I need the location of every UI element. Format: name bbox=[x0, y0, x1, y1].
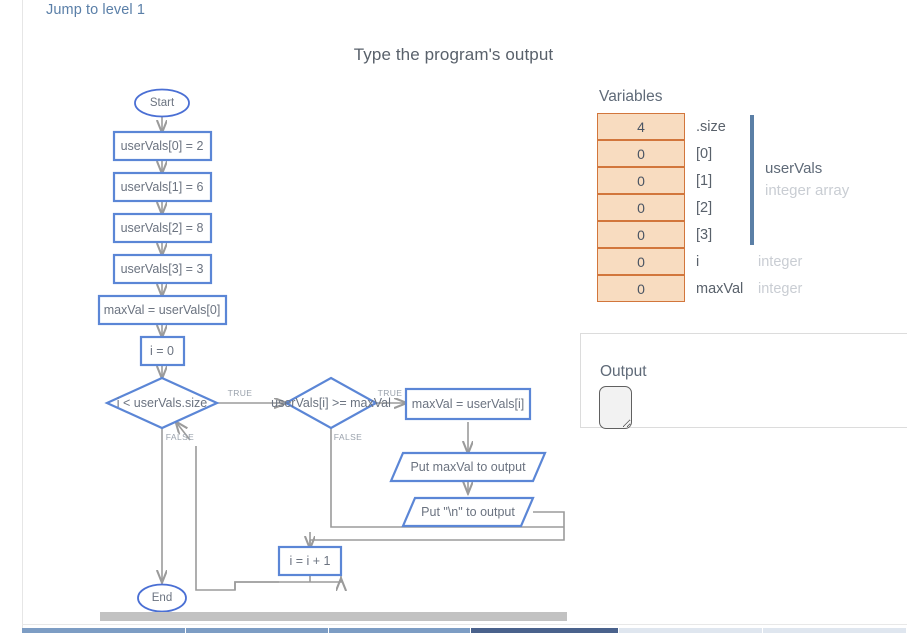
variable-name: [3] bbox=[696, 226, 713, 243]
page-title: Type the program's output bbox=[353, 45, 554, 64]
node-end[interactable] bbox=[137, 583, 187, 613]
node-assign-1[interactable] bbox=[112, 171, 213, 203]
variables-table: 4 .size 0 [0] 0 [1] 0 [2] 0 [3] 0 i inte… bbox=[597, 113, 897, 302]
variable-row: 0 [2] bbox=[597, 194, 897, 221]
node-start[interactable] bbox=[134, 88, 190, 118]
bottom-divider bbox=[22, 624, 907, 625]
variable-row: 0 maxVal integer bbox=[597, 275, 897, 302]
variable-value[interactable]: 0 bbox=[597, 140, 685, 167]
variable-name: [0] bbox=[696, 145, 713, 162]
horizontal-scrollbar[interactable] bbox=[100, 612, 567, 621]
node-assign-0[interactable] bbox=[112, 130, 213, 162]
node-init-maxval[interactable] bbox=[97, 294, 228, 326]
jump-to-level-link[interactable]: Jump to level 1 bbox=[46, 2, 145, 18]
variable-row: 4 .size bbox=[597, 113, 897, 140]
variables-panel: Variables 4 .size 0 [0] 0 [1] 0 [2] 0 [3… bbox=[597, 88, 897, 302]
variable-name: i bbox=[696, 253, 700, 270]
variable-name: [2] bbox=[696, 199, 713, 216]
array-group-type: integer array bbox=[765, 181, 850, 199]
variable-type: integer bbox=[758, 253, 803, 270]
variable-row: 0 [0] bbox=[597, 140, 897, 167]
variable-value[interactable]: 0 bbox=[597, 275, 685, 302]
variable-row: 0 [1] bbox=[597, 167, 897, 194]
progress-segment[interactable] bbox=[185, 628, 330, 633]
node-init-i[interactable] bbox=[139, 335, 186, 367]
output-panel: Output bbox=[580, 333, 907, 429]
progress-segment[interactable] bbox=[329, 628, 471, 633]
node-assign-2[interactable] bbox=[112, 212, 213, 244]
progress-step-bar[interactable] bbox=[22, 628, 907, 633]
node-put-maxval[interactable] bbox=[389, 451, 547, 483]
variable-name: maxVal bbox=[696, 280, 744, 297]
node-decision-compare[interactable] bbox=[283, 376, 379, 430]
array-group-name: userVals bbox=[765, 160, 823, 177]
array-group-bracket bbox=[750, 115, 754, 245]
node-set-maxval[interactable] bbox=[404, 387, 532, 421]
node-put-newline[interactable] bbox=[401, 496, 535, 528]
progress-segment[interactable] bbox=[22, 628, 186, 633]
flowchart-canvas[interactable]: Start userVals[0] = 2 userVals[1] = 6 us… bbox=[0, 70, 580, 615]
variable-name: [1] bbox=[696, 172, 713, 189]
variable-row: 0 [3] bbox=[597, 221, 897, 248]
progress-segment[interactable] bbox=[763, 628, 907, 633]
variable-value[interactable]: 4 bbox=[597, 113, 685, 140]
variable-row: 0 i integer bbox=[597, 248, 897, 275]
node-assign-3[interactable] bbox=[112, 253, 213, 285]
progress-segment[interactable] bbox=[619, 628, 764, 633]
progress-segment-current[interactable] bbox=[470, 628, 620, 633]
page-root: Jump to level 1 Type the program's outpu… bbox=[0, 0, 907, 633]
variable-value[interactable]: 0 bbox=[597, 248, 685, 275]
variable-value[interactable]: 0 bbox=[597, 221, 685, 248]
variable-name: .size bbox=[696, 118, 726, 135]
variables-heading: Variables bbox=[599, 88, 663, 105]
node-decision-loop[interactable] bbox=[104, 376, 220, 430]
array-group-info: userVals integer array bbox=[765, 158, 849, 202]
variable-value[interactable]: 0 bbox=[597, 194, 685, 221]
output-label: Output bbox=[600, 363, 647, 380]
variable-value[interactable]: 0 bbox=[597, 167, 685, 194]
variable-type: integer bbox=[758, 280, 803, 297]
node-increment-i[interactable] bbox=[277, 545, 343, 577]
output-input[interactable] bbox=[599, 386, 632, 429]
flowchart-svg bbox=[97, 88, 565, 613]
